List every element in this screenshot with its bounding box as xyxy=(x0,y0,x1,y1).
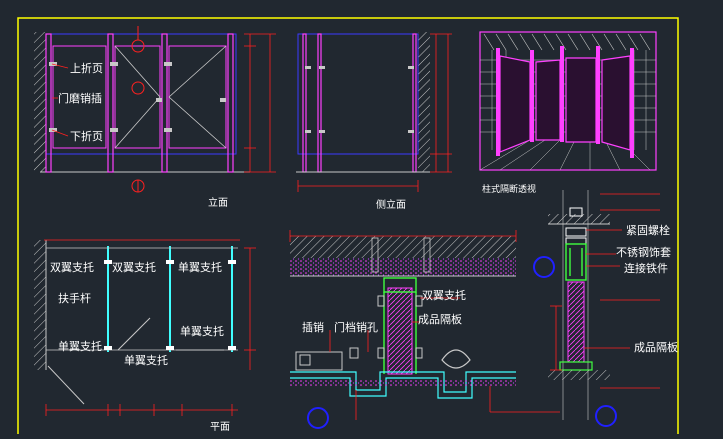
right-section-detail: 紧固螺栓 不锈钢饰套 连接铁件 成品隔板 xyxy=(533,190,678,427)
label-upper-hinge: 上折页 xyxy=(70,61,103,75)
side-posts xyxy=(302,33,417,173)
caption-plan: 平面 xyxy=(210,422,230,433)
label-single-bracket-2: 单翼支托 xyxy=(180,324,224,338)
label-lower-hinge: 下折页 xyxy=(70,129,103,143)
label-handrail: 扶手杆 xyxy=(58,291,91,305)
fixing-bolt-assembly xyxy=(565,207,587,245)
label-connector: 连接铁件 xyxy=(624,262,668,275)
steel-sleeve xyxy=(565,243,587,281)
label-mid-double-bracket: 双翼支托 xyxy=(422,288,466,302)
right-dimension-lines xyxy=(550,305,562,371)
label-steel-sleeve: 不锈钢饰套 xyxy=(616,245,671,259)
right-floor-base xyxy=(559,361,593,371)
label-fixing-bolt: 紧固螺栓 xyxy=(626,223,670,237)
right-floor-hatch xyxy=(548,370,610,380)
right-panel-core xyxy=(567,281,585,363)
door-swing-lines xyxy=(114,45,227,149)
front-wall-hatch xyxy=(34,32,46,172)
label-latch-hole: 门档销孔 xyxy=(334,320,378,334)
label-right-panel: 成品隔板 xyxy=(634,340,678,354)
label-double-bracket-2: 双翼支托 xyxy=(112,260,156,274)
caption-front-elevation: 立面 xyxy=(208,196,228,209)
perspective-ceiling-hatch xyxy=(483,33,651,51)
label-latch-pin: 插销 xyxy=(302,320,324,334)
front-section-markers xyxy=(131,26,145,193)
caption-side-elevation: 侧立面 xyxy=(376,198,406,211)
mid-panel-core xyxy=(387,287,413,375)
perspective-view: 柱式隔断透视 xyxy=(479,31,657,195)
floor-concrete xyxy=(290,380,516,386)
side-outline xyxy=(297,33,419,155)
wing-bracket-curve xyxy=(441,349,471,369)
middle-section-detail: 双翼支托 成品隔板 插销 门档销孔 xyxy=(289,230,560,429)
front-dimension-lines xyxy=(244,33,276,173)
detail-marker-right-top xyxy=(533,256,555,278)
ceiling-concrete xyxy=(290,258,516,276)
label-single-bracket-3: 单翼支托 xyxy=(58,339,102,353)
ceiling-slab-hatch xyxy=(290,236,516,258)
label-single-bracket-4: 单翼支托 xyxy=(124,353,168,367)
side-wall-hatch xyxy=(418,32,430,172)
latch-body xyxy=(295,347,359,371)
plan-view: 双翼支托 双翼支托 单翼支托 扶手杆 单翼支托 单翼支托 单翼支托 平面 xyxy=(34,239,256,433)
caption-perspective: 柱式隔断透视 xyxy=(482,183,536,195)
plan-wall-hatch xyxy=(34,240,46,370)
cad-drawing-canvas: 上折页 门磨销插 下折页 立面 侧立面 柱式隔断透视 双翼支托 双翼支托 单翼支… xyxy=(0,0,723,439)
detail-marker-right-bottom xyxy=(595,405,617,427)
partition-detail-drawing: 上折页 门磨销插 下折页 立面 侧立面 柱式隔断透视 双翼支托 双翼支托 单翼支… xyxy=(17,17,679,439)
perspective-partitions xyxy=(499,55,631,153)
label-single-bracket-1: 单翼支托 xyxy=(178,260,222,274)
front-elevation: 上折页 门磨销插 下折页 立面 xyxy=(34,26,276,209)
label-mid-panel: 成品隔板 xyxy=(418,312,462,326)
side-elevation: 侧立面 xyxy=(296,32,452,211)
label-double-bracket-1: 双翼支托 xyxy=(50,260,94,274)
label-door-latch: 门磨销插 xyxy=(58,91,102,105)
detail-marker-mid xyxy=(307,407,329,429)
